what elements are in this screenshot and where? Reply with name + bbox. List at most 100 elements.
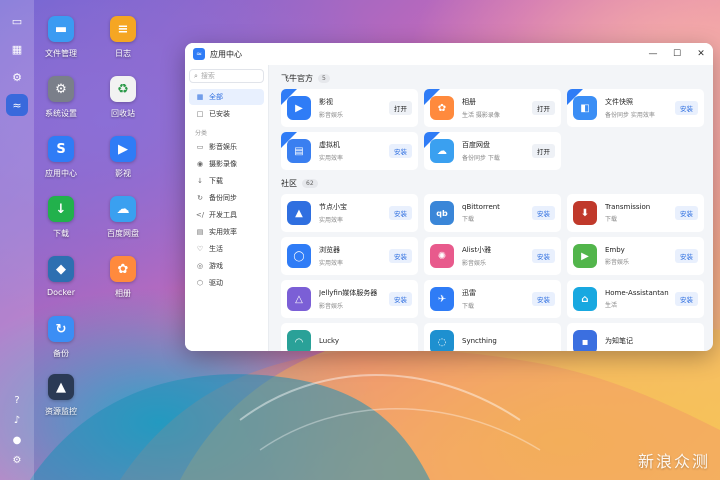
monitor-chart-icon: ▲ — [48, 374, 74, 400]
app-info: Lucky — [319, 337, 412, 348]
install-button[interactable]: 安装 — [532, 206, 555, 220]
desktop-icon-video[interactable]: ▶ 影视 — [93, 136, 153, 179]
app-card[interactable]: ◌ Syncthing — [424, 323, 561, 351]
open-button[interactable]: 打开 — [532, 144, 555, 158]
minimize-button[interactable]: — — [641, 49, 665, 59]
category-item[interactable]: ▤ 实用效率 — [189, 224, 264, 240]
help-icon[interactable]: ? — [9, 392, 25, 408]
desktop-icon-folder[interactable]: ▬ 文件管理 — [31, 16, 91, 59]
category-label: 驱动 — [209, 279, 223, 287]
app-name: 相册 — [462, 98, 476, 106]
bell-icon[interactable]: ♪ — [9, 412, 25, 428]
nav-item-installed[interactable]: □ 已安装 — [189, 106, 264, 122]
app-card[interactable]: ◠ Lucky — [281, 323, 418, 351]
desktop-icon-docker[interactable]: ◆ Docker — [31, 256, 91, 297]
app-card[interactable]: ◧ 文件快照 备份同步 实用效率 安装 — [567, 89, 704, 127]
close-button[interactable]: ✕ — [689, 49, 713, 59]
install-button[interactable]: 安装 — [675, 249, 698, 263]
app-card[interactable]: ✿ 相册 生活 摄影录像 打开 — [424, 89, 561, 127]
apps-grid-icon[interactable]: ▦ — [6, 38, 28, 60]
install-button[interactable]: 安装 — [675, 101, 698, 115]
sync-icon: ↻ — [197, 194, 203, 202]
desktop-icon-label: 相册 — [115, 289, 131, 298]
app-card[interactable]: ▤ 虚拟机 实用效率 安装 — [281, 132, 418, 170]
category-item[interactable]: ♡ 生活 — [189, 241, 264, 257]
app-card[interactable]: qb qBittorrent 下载 安装 — [424, 194, 561, 232]
category-label: 实用效率 — [209, 228, 237, 236]
install-button[interactable]: 安装 — [532, 249, 555, 263]
desktop-icon-label: 下载 — [53, 229, 69, 238]
category-item[interactable]: ↻ 备份同步 — [189, 190, 264, 206]
settings-icon[interactable]: ⚙ — [6, 66, 28, 88]
window-title: 应用中心 — [210, 49, 242, 59]
category-item[interactable]: </ 开发工具 — [189, 207, 264, 223]
app-info: Jellyfin媒体服务器 影音娱乐 — [319, 288, 389, 310]
app-info: 文件快照 备份同步 实用效率 — [605, 97, 675, 119]
search-input[interactable]: ⌕ 搜索 — [189, 69, 264, 83]
recycle-icon: ♻ — [110, 76, 136, 102]
app-card[interactable]: ☁ 百度网盘 备份同步 下载 打开 — [424, 132, 561, 170]
app-card[interactable]: ⌂ Home-Assistantan 生活 安装 — [567, 280, 704, 318]
category-item[interactable]: ↓ 下载 — [189, 173, 264, 189]
driver-icon: ⬡ — [196, 279, 204, 287]
desktop-icon-backup[interactable]: ↻ 备份 — [31, 316, 91, 359]
monitor-icon[interactable]: ▭ — [6, 10, 28, 32]
open-button[interactable]: 打开 — [389, 101, 412, 115]
app-card[interactable]: ✺ Alist小雅 影音娱乐 安装 — [424, 237, 561, 275]
category-item[interactable]: ◉ 摄影录像 — [189, 156, 264, 172]
desktop-icon-recycle[interactable]: ♻ 回收站 — [93, 76, 153, 119]
category-item[interactable]: ◎ 游戏 — [189, 258, 264, 274]
nav-item-label: 全部 — [209, 93, 223, 101]
gear-icon[interactable]: ⚙ — [9, 452, 25, 468]
app-card[interactable]: ▶ Emby 影音娱乐 安装 — [567, 237, 704, 275]
app-card[interactable]: ▲ 节点小宝 实用效率 安装 — [281, 194, 418, 232]
camera-icon: ◉ — [196, 160, 204, 168]
desktop-icon-monitor-chart[interactable]: ▲ 资源监控 — [31, 374, 91, 417]
desktop-icon-cloud[interactable]: ☁ 百度网盘 — [93, 196, 153, 239]
desktop-icon-download[interactable]: ↓ 下载 — [31, 196, 91, 239]
install-button[interactable]: 安装 — [675, 292, 698, 306]
app-grid: ▶ 影视 影音娱乐 打开 ✿ 相册 生活 摄影录像 打开 ◧ 文件快照 备份同步 实用效率 安装 ▤ 虚拟… — [281, 89, 707, 170]
category-item[interactable]: ▭ 影音娱乐 — [189, 139, 264, 155]
install-button[interactable]: 安装 — [389, 144, 412, 158]
app-category: 下载 — [462, 216, 475, 223]
app-name: Jellyfin媒体服务器 — [319, 289, 378, 297]
app-card[interactable]: ▪ 为知笔记 — [567, 323, 704, 351]
install-button[interactable]: 安装 — [389, 249, 412, 263]
install-button[interactable]: 安装 — [532, 292, 555, 306]
desktop-icon-settings[interactable]: ⚙ 系统设置 — [31, 76, 91, 119]
install-button[interactable]: 安装 — [389, 292, 412, 306]
app-card[interactable]: △ Jellyfin媒体服务器 影音娱乐 安装 — [281, 280, 418, 318]
app-card[interactable]: ✈ 迅雷 下载 安装 — [424, 280, 561, 318]
desktop-icon-store[interactable]: S 应用中心 — [31, 136, 91, 179]
tool-icon: ▤ — [196, 228, 204, 236]
nav-item-all[interactable]: ▦ 全部 — [189, 89, 264, 105]
photos-icon: ✿ — [110, 256, 136, 282]
official-corner-badge — [281, 89, 297, 105]
desktop-icon-label: 百度网盘 — [107, 229, 139, 238]
transmission-icon: ⬇ — [573, 201, 597, 225]
app-card[interactable]: ◯ 浏览器 实用效率 安装 — [281, 237, 418, 275]
user-icon[interactable]: ● — [9, 432, 25, 448]
maximize-button[interactable]: ☐ — [665, 49, 689, 59]
window-titlebar[interactable]: ≈ 应用中心 — ☐ ✕ — [185, 43, 713, 65]
desktop-icon-photos[interactable]: ✿ 相册 — [93, 256, 153, 299]
lucky-icon: ◠ — [287, 330, 311, 351]
desktop-icon-log[interactable]: ≡ 日志 — [93, 16, 153, 59]
install-button[interactable]: 安装 — [389, 206, 412, 220]
app-info: 百度网盘 备份同步 下载 — [462, 140, 532, 162]
group-count-badge: 5 — [318, 74, 330, 83]
app-info: 相册 生活 摄影录像 — [462, 97, 532, 119]
all-icon: ▦ — [196, 93, 204, 101]
app-center-icon[interactable]: ≈ — [6, 94, 28, 116]
open-button[interactable]: 打开 — [532, 101, 555, 115]
official-corner-badge — [281, 132, 297, 148]
install-button[interactable]: 安装 — [675, 206, 698, 220]
category-section-title: 分类 — [195, 130, 208, 137]
settings-icon: ⚙ — [48, 76, 74, 102]
app-name: Transmission — [605, 203, 651, 211]
app-card[interactable]: ▶ 影视 影音娱乐 打开 — [281, 89, 418, 127]
app-card[interactable]: ⬇ Transmission 下载 安装 — [567, 194, 704, 232]
app-info: Transmission 下载 — [605, 203, 675, 223]
category-item[interactable]: ⬡ 驱动 — [189, 275, 264, 291]
